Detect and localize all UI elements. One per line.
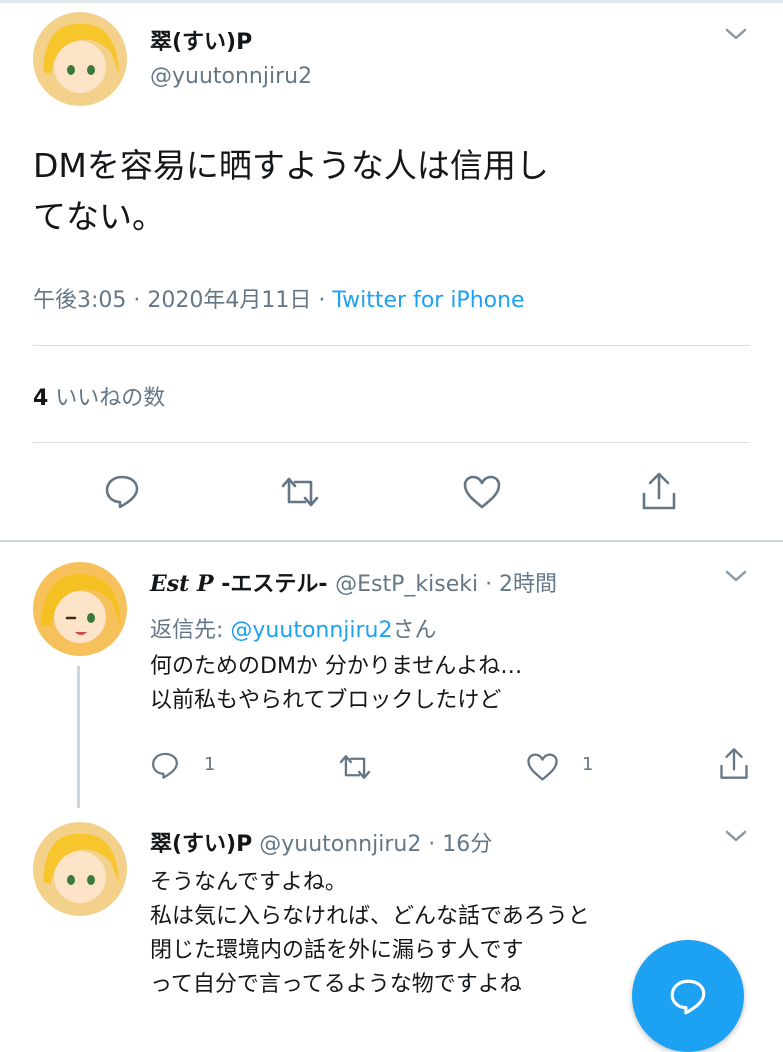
user-handle[interactable]: @yuutonnjiru2 [150, 64, 312, 89]
top-border [0, 0, 783, 3]
share-icon[interactable] [718, 746, 750, 785]
handle-and-time: @EstP_kiseki · 2時間 [335, 572, 558, 597]
retweet-icon[interactable] [336, 752, 374, 786]
like-icon[interactable] [462, 474, 502, 514]
retweet-icon[interactable] [277, 474, 323, 514]
reply-text: 何のためのDMか 分かりませんよね… 以前私もやられてブロックしたけど [150, 654, 523, 713]
timestamp: 午後3:05 · 2020年4月11日 · [33, 288, 333, 313]
reply-header: Est P -エステル- @EstP_kiseki · 2時間 [150, 566, 557, 598]
section-separator [0, 540, 783, 542]
likes-count: 4 [33, 386, 49, 411]
reply-count: 1 [204, 754, 216, 775]
likes-summary[interactable]: 4 いいねの数 [33, 380, 165, 412]
chevron-down-icon[interactable] [724, 828, 748, 848]
avatar[interactable] [33, 822, 127, 916]
reply-to-handle[interactable]: @yuutonnjiru2 [230, 618, 392, 643]
compose-reply-button[interactable] [632, 940, 744, 1052]
reply-icon[interactable] [150, 750, 180, 784]
chevron-down-icon[interactable] [724, 26, 748, 46]
avatar[interactable] [33, 12, 127, 106]
display-name[interactable]: -エステル- [214, 572, 336, 597]
reply-header: 翠(すい)P @yuutonnjiru2 · 16分 [150, 826, 492, 858]
share-icon[interactable] [640, 470, 678, 516]
reply-icon[interactable] [103, 472, 141, 514]
handle-and-time: @yuutonnjiru2 · 16分 [252, 832, 493, 857]
tweet-meta: 午後3:05 · 2020年4月11日 · Twitter for iPhone [33, 282, 525, 314]
reply-to-suffix: さん [392, 618, 437, 643]
compose-reply-icon [670, 979, 706, 1015]
thread-connector [77, 666, 80, 808]
reply-to-prefix: 返信先: [150, 618, 231, 643]
like-count: 1 [582, 754, 594, 775]
likes-label: いいねの数 [48, 386, 166, 411]
source-link[interactable]: Twitter for iPhone [332, 288, 524, 313]
replying-to: 返信先: @yuutonnjiru2さん [150, 612, 437, 644]
display-name-styled[interactable]: Est P [150, 571, 214, 597]
divider [33, 442, 750, 443]
divider [33, 345, 750, 346]
chevron-down-icon[interactable] [724, 568, 748, 588]
display-name[interactable]: 翠(すい)P [150, 24, 252, 56]
like-icon[interactable] [526, 752, 559, 786]
avatar[interactable] [33, 562, 127, 656]
tweet-text: DMを容易に晒すような人は信用し てない。 [33, 146, 549, 236]
display-name[interactable]: 翠(すい)P [150, 832, 252, 857]
